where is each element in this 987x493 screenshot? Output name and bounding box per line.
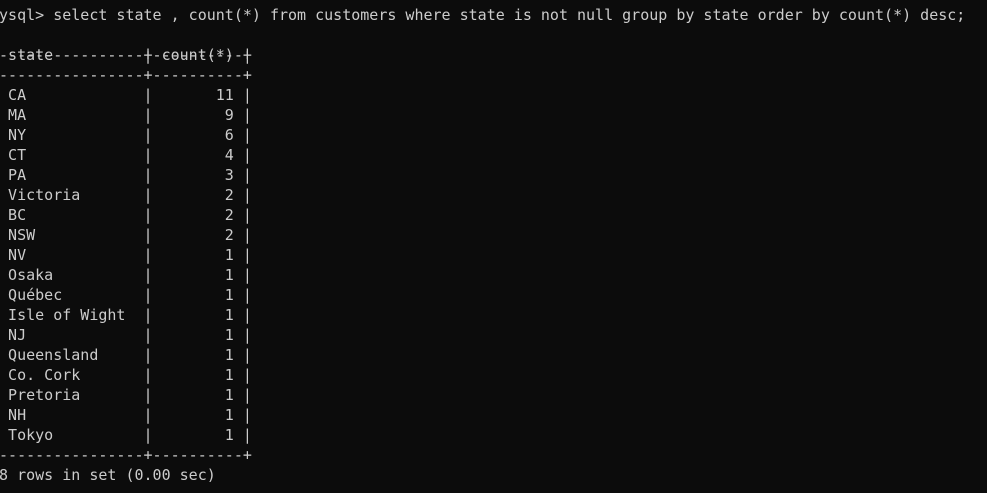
table-border-bottom: +----------------+----------+ — [0, 446, 252, 464]
table-row: | Osaka | 1 | — [0, 266, 252, 284]
table-row: | NJ | 1 | — [0, 326, 252, 344]
table-border-header: +----------------+----------+ — [0, 66, 252, 84]
table-row: | CA | 11 | — [0, 86, 252, 104]
table-row: | Victoria | 2 | — [0, 186, 252, 204]
table-row: | MA | 9 | — [0, 106, 252, 124]
table-row: | NY | 6 | — [0, 126, 252, 144]
table-row: | NV | 1 | — [0, 246, 252, 264]
table-row: | Tokyo | 1 | — [0, 426, 252, 444]
table-row: | BC | 2 | — [0, 206, 252, 224]
table-row: | PA | 3 | — [0, 166, 252, 184]
sql-command-line: mysql> select state , count(*) from cust… — [0, 6, 966, 24]
table-row: | Pretoria | 1 | — [0, 386, 252, 404]
table-row: | Isle of Wight | 1 | — [0, 306, 252, 324]
table-row: | NH | 1 | — [0, 406, 252, 424]
table-row: | Co. Cork | 1 | — [0, 366, 252, 384]
terminal-window[interactable]: mysql> select state , count(*) from cust… — [0, 0, 987, 493]
table-header-row: | state | count(*) | — [0, 46, 252, 64]
result-summary: 18 rows in set (0.00 sec) — [0, 466, 216, 484]
table-row: | Queensland | 1 | — [0, 346, 252, 364]
table-row: | Québec | 1 | — [0, 286, 252, 304]
table-row: | CT | 4 | — [0, 146, 252, 164]
table-row: | NSW | 2 | — [0, 226, 252, 244]
